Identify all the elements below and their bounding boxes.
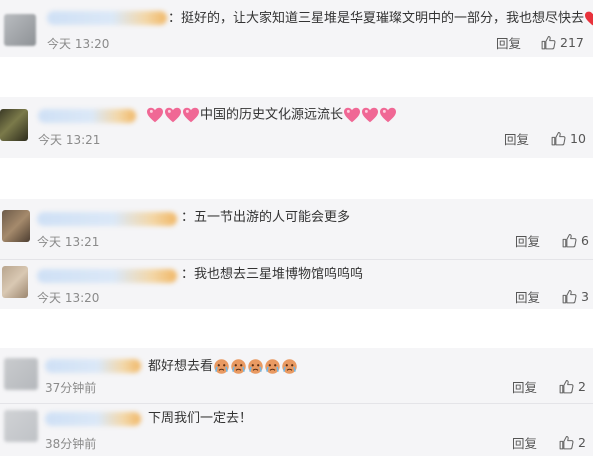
like-button[interactable]: 6 xyxy=(562,233,589,248)
comment-block-3: ：五一节出游的人可能会更多 今天 13:21 回复 6 ：我也想去三星堆博物馆呜… xyxy=(0,199,593,309)
reply-button[interactable]: 回复 xyxy=(496,37,521,51)
reply-button[interactable]: 回复 xyxy=(515,291,540,305)
timestamp: 38分钟前 xyxy=(45,437,97,451)
reply-button[interactable]: 回复 xyxy=(504,133,529,147)
timestamp: 今天 13:21 xyxy=(37,235,100,249)
comment-text: 下周我们一定去！ xyxy=(148,411,253,426)
thumbs-up-icon xyxy=(562,289,577,304)
username-blurred[interactable] xyxy=(47,11,167,25)
like-button[interactable]: 10 xyxy=(551,131,586,146)
username-blurred[interactable] xyxy=(45,359,141,373)
comment-row: ：五一节出游的人可能会更多 今天 13:21 回复 6 xyxy=(0,199,593,257)
avatar[interactable] xyxy=(0,109,28,141)
timestamp: 37分钟前 xyxy=(45,381,97,395)
crying-face-icon xyxy=(248,359,263,374)
username-blurred[interactable] xyxy=(37,212,177,226)
like-count: 2 xyxy=(578,434,586,450)
comment-block-4: 都好想去看 37分钟前 回复 2 下周我们一定去！ 38分钟前 回复 2 xyxy=(0,348,593,456)
sparkling-heart-icon xyxy=(147,107,163,123)
sparkling-heart-icon xyxy=(165,107,181,123)
comment-text: ：五一节出游的人可能会更多 xyxy=(181,210,351,225)
avatar[interactable] xyxy=(4,14,36,46)
avatar[interactable] xyxy=(2,210,30,242)
like-count: 2 xyxy=(578,378,586,394)
thumbs-up-icon xyxy=(562,233,577,248)
comment-text: ：我也想去三星堆博物馆呜呜呜 xyxy=(181,267,364,282)
username-blurred[interactable] xyxy=(37,269,177,283)
reply-button[interactable]: 回复 xyxy=(512,381,537,395)
username-blurred[interactable] xyxy=(45,412,141,426)
crying-face-icon xyxy=(282,359,297,374)
crying-face-icon xyxy=(231,359,246,374)
avatar[interactable] xyxy=(2,266,28,298)
comment-text: 中国的历史文化源远流长 xyxy=(146,107,397,124)
like-button[interactable]: 2 xyxy=(559,379,586,394)
comment-text: ：挺好的，让大家知道三星堆是华夏璀璨文明中的一部分，我也想尽快去 xyxy=(168,11,593,27)
timestamp: 今天 13:20 xyxy=(47,37,110,51)
red-heart-icon xyxy=(585,11,593,26)
crying-face-icon xyxy=(265,359,280,374)
comment-text-content: 都好想去看 xyxy=(148,359,214,374)
timestamp: 今天 13:20 xyxy=(37,291,100,305)
comment-row: 都好想去看 37分钟前 回复 2 xyxy=(0,348,593,402)
comment-text: 都好想去看 xyxy=(148,358,298,375)
like-button[interactable]: 217 xyxy=(541,35,584,50)
thumbs-up-icon xyxy=(551,131,566,146)
like-count: 3 xyxy=(581,288,589,304)
like-button[interactable]: 3 xyxy=(562,289,589,304)
username-blurred[interactable] xyxy=(38,109,136,123)
comment-text-content: 中国的历史文化源远流长 xyxy=(200,107,344,123)
comment-row: ：我也想去三星堆博物馆呜呜呜 今天 13:20 回复 3 xyxy=(0,260,593,309)
comment-block-1: ：挺好的，让大家知道三星堆是华夏璀璨文明中的一部分，我也想尽快去 今天 13:2… xyxy=(0,0,593,57)
avatar[interactable] xyxy=(4,410,38,442)
like-count: 217 xyxy=(560,34,584,50)
avatar[interactable] xyxy=(4,358,38,390)
comment-block-2: 中国的历史文化源远流长 今天 13:21 回复 10 xyxy=(0,97,593,158)
comment-row: 下周我们一定去！ 38分钟前 回复 2 xyxy=(0,404,593,456)
like-count: 6 xyxy=(581,232,589,248)
like-button[interactable]: 2 xyxy=(559,435,586,450)
thumbs-up-icon xyxy=(559,435,574,450)
thumbs-up-icon xyxy=(559,379,574,394)
timestamp: 今天 13:21 xyxy=(38,133,101,147)
reply-button[interactable]: 回复 xyxy=(512,437,537,451)
sparkling-heart-icon xyxy=(362,107,379,123)
like-count: 10 xyxy=(570,130,586,146)
thumbs-up-icon xyxy=(541,35,556,50)
sparkling-heart-icon xyxy=(344,107,361,123)
sparkling-heart-icon xyxy=(183,107,199,123)
reply-button[interactable]: 回复 xyxy=(515,235,540,249)
crying-face-icon xyxy=(214,359,229,374)
sparkling-heart-icon xyxy=(380,107,397,123)
comment-text-content: ：挺好的，让大家知道三星堆是华夏璀璨文明中的一部分，我也想尽快去 xyxy=(168,11,585,26)
